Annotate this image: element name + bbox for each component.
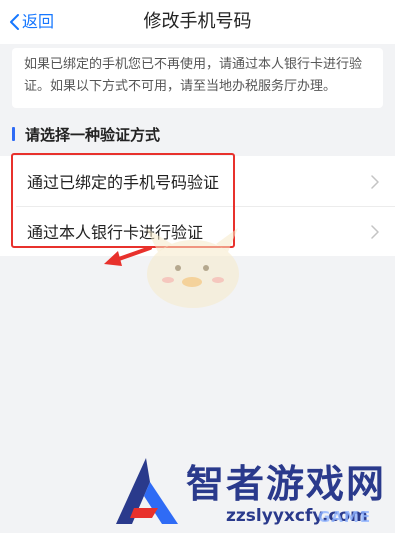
mascot-watermark-icon [138, 222, 248, 316]
option-verify-by-phone[interactable]: 通过已绑定的手机号码验证 [0, 156, 395, 206]
section-header: 请选择一种验证方式 [12, 124, 160, 144]
section-title: 请选择一种验证方式 [25, 125, 161, 144]
watermark-brand-text: 智者游戏网 [186, 462, 387, 506]
option-label: 通过已绑定的手机号码验证 [27, 173, 220, 192]
chevron-right-icon [371, 224, 379, 243]
watermark-en-text: GAME [318, 508, 372, 526]
notice-text: 如果已绑定的手机您已不再使用，请通过本人银行卡进行验证。如果以下方式不可用，请至… [12, 48, 383, 108]
section-accent-bar [12, 127, 15, 141]
watermark-logo-icon [112, 456, 182, 532]
chevron-right-icon [371, 174, 379, 193]
page-title: 修改手机号码 [143, 11, 252, 32]
navigation-bar: 返回 修改手机号码 [0, 0, 395, 44]
